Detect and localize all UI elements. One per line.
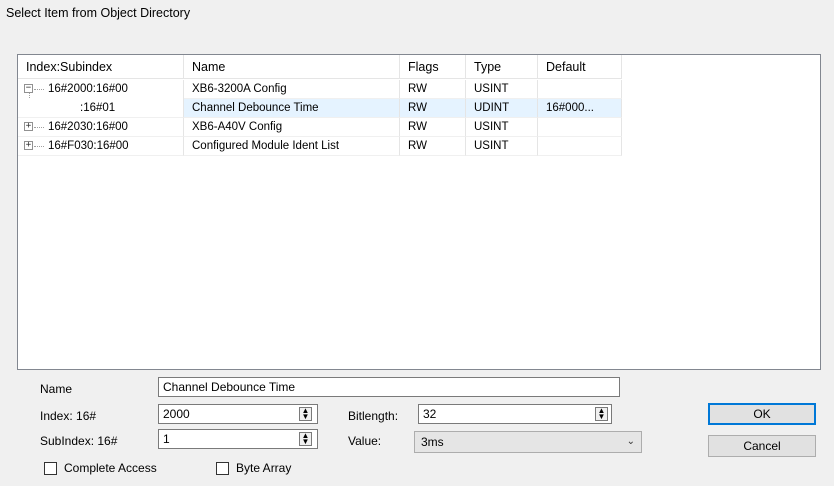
complete-access-label: Complete Access [64, 461, 157, 475]
index-spinner[interactable]: ▲ ▼ [299, 407, 312, 421]
cell-name: XB6-A40V Config [184, 118, 400, 137]
name-label: Name [40, 382, 73, 396]
column-header-name[interactable]: Name [184, 55, 400, 79]
column-header-flags[interactable]: Flags [400, 55, 466, 79]
cell-index: 16#F030:16#00 [18, 137, 184, 156]
cell-type: USINT [466, 137, 538, 156]
complete-access-checkbox[interactable] [44, 462, 57, 475]
cell-default [538, 137, 622, 156]
subindex-spinner[interactable]: ▲ ▼ [299, 432, 312, 446]
tree-row[interactable]: + 16#F030:16#00 Configured Module Ident … [18, 137, 622, 156]
index-label: Index: 16# [40, 409, 97, 423]
name-field[interactable]: Channel Debounce Time [158, 377, 620, 397]
cell-index: :16#01 [18, 99, 184, 118]
cell-name: Channel Debounce Time [184, 99, 400, 118]
cell-flags: RW [400, 118, 466, 137]
ok-button[interactable]: OK [708, 403, 816, 425]
tree-row[interactable]: + 16#2030:16#00 XB6-A40V Config RW USINT [18, 118, 622, 137]
bitlength-label: Bitlength: [348, 409, 399, 423]
cell-name: XB6-3200A Config [184, 80, 400, 99]
cell-default [538, 80, 622, 99]
value-dropdown[interactable]: 3ms ⌄ [414, 431, 642, 453]
dialog-title: Select Item from Object Directory [6, 6, 191, 20]
byte-array-checkbox[interactable] [216, 462, 229, 475]
subindex-label: SubIndex: 16# [40, 434, 118, 448]
bitlength-field[interactable]: 32 [418, 404, 612, 424]
cell-type: USINT [466, 80, 538, 99]
cell-index: 16#2030:16#00 [18, 118, 184, 137]
cell-default [538, 118, 622, 137]
cancel-button[interactable]: Cancel [708, 435, 816, 457]
value-selected: 3ms [421, 435, 444, 449]
bitlength-spinner[interactable]: ▲ ▼ [595, 407, 608, 421]
tree-header: Index:Subindex Name Flags Type Default [18, 55, 622, 79]
object-directory-tree[interactable]: Index:Subindex Name Flags Type Default −… [17, 54, 821, 370]
column-header-default[interactable]: Default [538, 55, 622, 79]
column-header-type[interactable]: Type [466, 55, 538, 79]
tree-row[interactable]: − 16#2000:16#00 XB6-3200A Config RW USIN… [18, 80, 622, 99]
value-label: Value: [348, 434, 382, 448]
tree-row-selected[interactable]: :16#01 Channel Debounce Time RW UDINT 16… [18, 93, 622, 118]
cell-name: Configured Module Ident List [184, 137, 400, 156]
column-header-index[interactable]: Index:Subindex [18, 55, 184, 79]
subindex-field[interactable]: 1 [158, 429, 318, 449]
cell-flags: RW [400, 137, 466, 156]
cell-flags: RW [400, 99, 466, 118]
chevron-down-icon: ⌄ [626, 436, 635, 447]
cell-flags: RW [400, 80, 466, 99]
cell-type: UDINT [466, 99, 538, 118]
cell-index: 16#2000:16#00 [18, 80, 184, 99]
byte-array-label: Byte Array [236, 461, 292, 475]
index-field[interactable]: 2000 [158, 404, 318, 424]
cell-default: 16#000... [538, 99, 622, 118]
cell-type: USINT [466, 118, 538, 137]
